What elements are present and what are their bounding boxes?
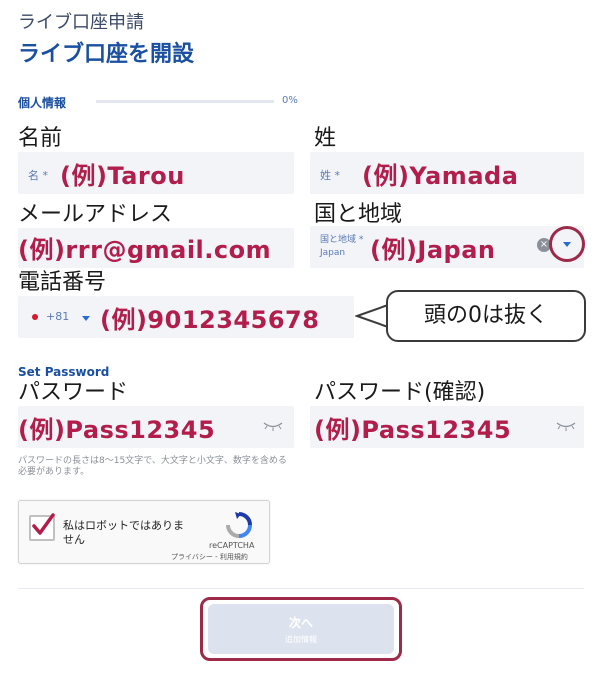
phone-example: (例)9012345678 — [100, 306, 320, 334]
first-name-example: (例)Tarou — [60, 162, 185, 190]
next-button-label: 次へ — [288, 616, 313, 630]
recaptcha-brand: reCAPTCHA — [209, 541, 255, 550]
password-annotation: パスワード — [18, 380, 129, 405]
phone-callout: 頭の0は抜く — [386, 290, 586, 342]
eye-closed-icon[interactable] — [555, 420, 577, 432]
recaptcha-label: 私はロボットではありません — [63, 519, 184, 546]
last-name-example: (例)Yamada — [362, 162, 519, 190]
first-name-placeholder: 名 * — [28, 169, 48, 182]
country-label: 国と地域 * — [320, 235, 364, 245]
page-title: ライブ口座を開設 — [18, 42, 195, 67]
recaptcha-checkbox[interactable] — [29, 513, 55, 541]
next-button-sublabel: 追加情報 — [285, 635, 317, 644]
checkmark-icon — [32, 513, 55, 535]
country-value: Japan — [320, 248, 346, 258]
password-confirm-example: (例)Pass12345 — [314, 416, 512, 444]
email-annotation: メールアドレス — [18, 202, 173, 227]
password-example: (例)Pass12345 — [18, 416, 216, 444]
last-name-annotation: 姓 — [314, 126, 337, 151]
progress-bar — [96, 100, 274, 103]
last-name-placeholder: 姓 * — [320, 169, 340, 182]
phone-country-select[interactable]: +81 — [18, 296, 98, 338]
section-label-personal: 個人情報 — [18, 96, 67, 110]
chevron-down-icon — [82, 316, 90, 321]
password-confirm-annotation: パスワード(確認) — [314, 380, 486, 405]
country-annotation: 国と地域 — [314, 202, 403, 227]
progress-percent: 0% — [282, 95, 298, 106]
password-hint: パスワードの長さは8～15文字で、大文字と小文字、数字を含める必要があります。 — [18, 456, 287, 477]
first-name-annotation: 名前 — [18, 126, 63, 151]
recaptcha-widget: 私はロボットではありません reCAPTCHA プライバシー - 利用規約 — [18, 500, 270, 564]
next-button[interactable]: 次へ 追加情報 — [208, 604, 394, 654]
divider — [18, 588, 584, 589]
phone-annotation: 電話番号 — [18, 270, 107, 295]
recaptcha-logo-icon — [226, 512, 252, 538]
eye-closed-icon[interactable] — [262, 420, 284, 432]
breadcrumb: ライブ口座申請 — [18, 12, 144, 33]
japan-flag-icon — [32, 314, 38, 320]
phone-country-code: +81 — [46, 310, 70, 323]
callout-pointer — [355, 303, 389, 329]
chevron-down-icon[interactable] — [563, 242, 571, 247]
recaptcha-links[interactable]: プライバシー - 利用規約 — [171, 552, 248, 562]
email-example: (例)rrr@gmail.com — [18, 236, 272, 264]
country-example: (例)Japan — [370, 236, 496, 264]
